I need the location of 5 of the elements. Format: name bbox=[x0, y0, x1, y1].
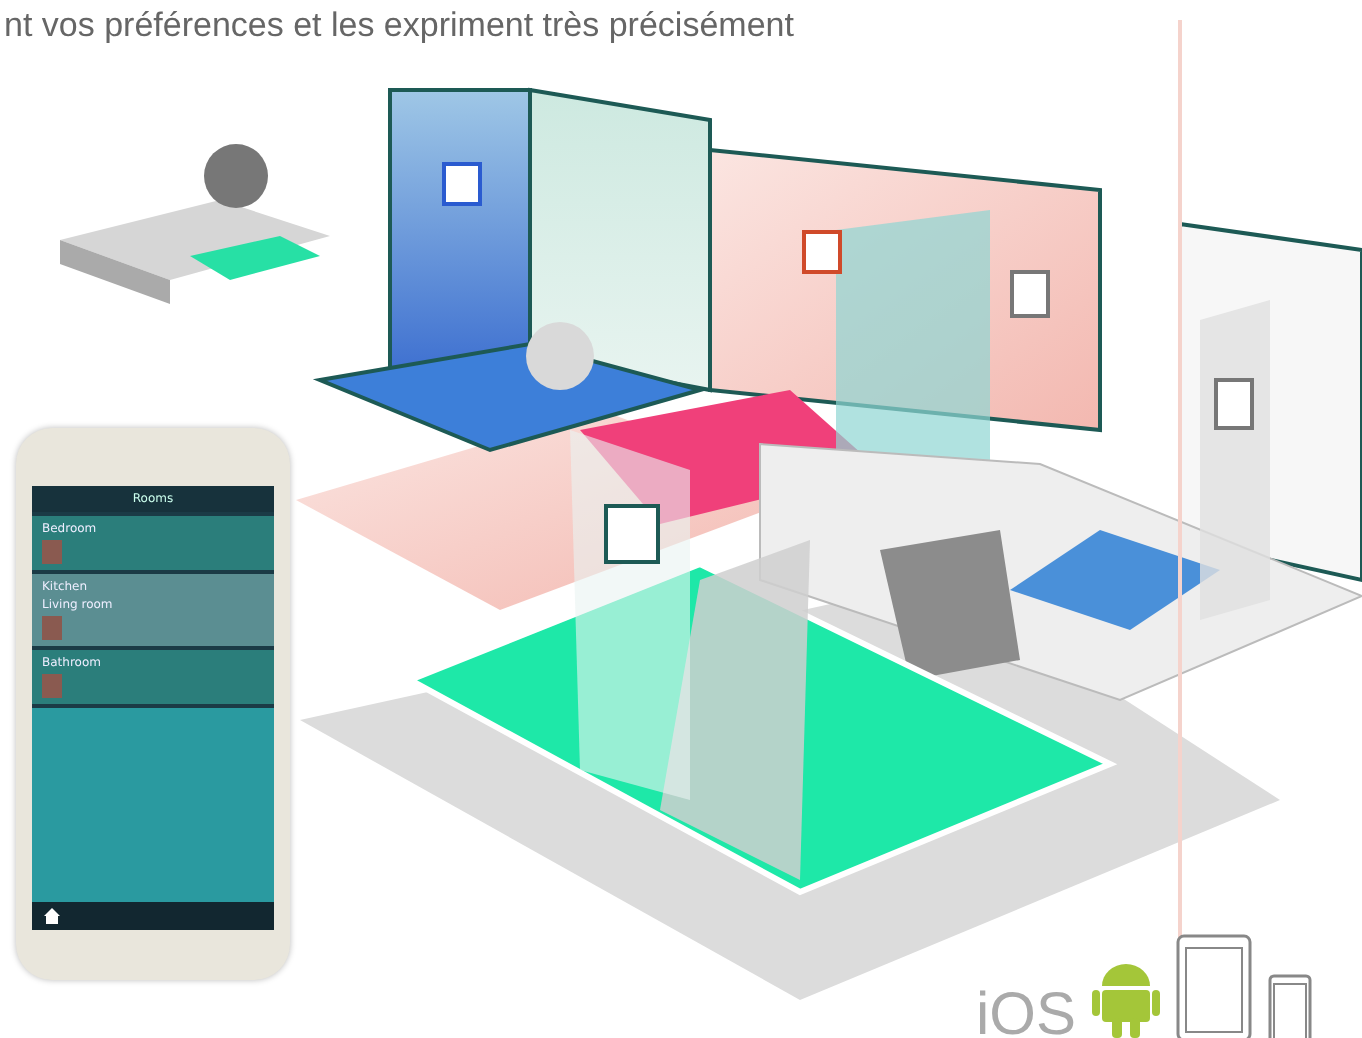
heading-text: nt vos préférences et les expriment très précisément bbox=[4, 4, 796, 48]
home-icon[interactable] bbox=[44, 908, 60, 924]
lamp-ball bbox=[526, 322, 594, 390]
android-icon bbox=[1092, 958, 1161, 1038]
platform-label: iOS bbox=[976, 986, 1077, 1038]
